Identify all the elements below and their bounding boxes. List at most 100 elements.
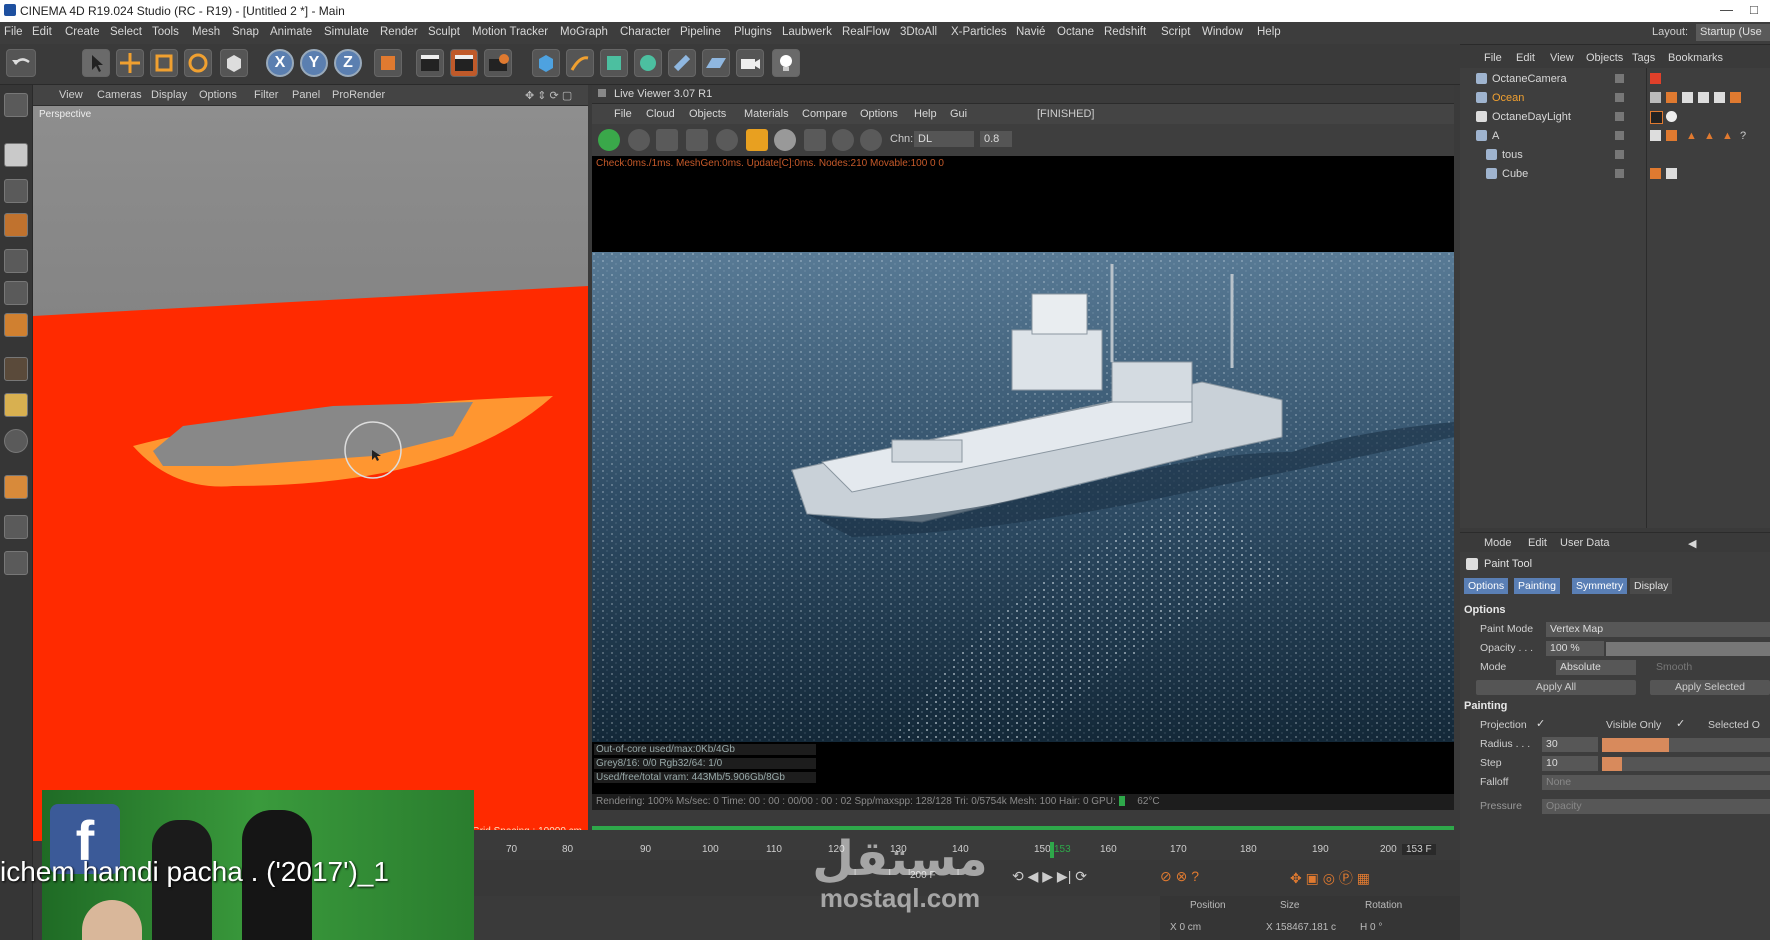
menu-file[interactable]: File [4,26,23,38]
visibility-toggle[interactable] [1615,93,1624,102]
keyframe-controls[interactable]: ⊘ ⊗ ? [1160,868,1199,885]
object-row[interactable]: Cube [1460,165,1770,183]
menu-3dtoall[interactable]: 3DtoAll [900,26,937,38]
cloner-button[interactable] [634,49,662,77]
menu-navie[interactable]: Navié [1016,26,1045,38]
om-menu-tags[interactable]: Tags [1632,52,1655,64]
om-menu-file[interactable]: File [1484,52,1502,64]
visible-only-checkbox[interactable]: ✓ [1676,717,1685,730]
scale-tool-button[interactable] [150,49,178,77]
material-tag-icon[interactable] [1650,92,1661,103]
render-picture-viewer-button[interactable] [450,49,478,77]
lv-menu-cloud[interactable]: Cloud [646,108,675,120]
checker-tag-icon[interactable] [1682,92,1693,103]
x-axis-lock-button[interactable]: X [266,49,294,77]
lv-menu-help[interactable]: Help [914,108,937,120]
warning-tag-icon[interactable]: ▲ [1686,130,1697,142]
paint-tool-button[interactable] [4,551,28,575]
maximize-button[interactable]: □ [1750,2,1758,17]
points-mode-button[interactable] [4,249,28,273]
menu-octane[interactable]: Octane [1057,26,1094,38]
warning-tag-icon[interactable]: ▲ [1704,130,1715,142]
menu-motion-tracker[interactable]: Motion Tracker [472,26,548,38]
menu-select[interactable]: Select [110,26,142,38]
menu-script[interactable]: Script [1161,26,1190,38]
tab-display[interactable]: Display [1630,578,1673,594]
make-editable-button[interactable] [4,93,28,117]
om-menu-bookmarks[interactable]: Bookmarks [1668,52,1723,64]
visibility-toggle[interactable] [1615,74,1624,83]
step-input[interactable]: 10 [1542,756,1598,771]
viewport-menu-panel[interactable]: Panel [292,89,320,101]
octane-camera-tag-icon[interactable] [1650,73,1661,84]
menu-pipeline[interactable]: Pipeline [680,26,721,38]
am-menu-mode[interactable]: Mode [1484,537,1512,549]
material-sphere-icon[interactable] [774,129,796,151]
subdivision-surface-button[interactable] [600,49,628,77]
opacity-slider[interactable] [1606,642,1770,656]
y-axis-lock-button[interactable]: Y [300,49,328,77]
workplane-lock-button[interactable] [4,515,28,539]
workplane-mode-button[interactable] [4,213,28,237]
viewport-menu-options[interactable]: Options [199,89,237,101]
lv-menu-gui[interactable]: Gui [950,108,967,120]
vertex-map-tag-icon[interactable] [1730,92,1741,103]
cube-object-button[interactable] [532,49,560,77]
visibility-toggle[interactable] [1615,131,1624,140]
menu-realflow[interactable]: RealFlow [842,26,890,38]
am-menu-edit[interactable]: Edit [1528,537,1547,549]
menu-x-particles[interactable]: X-Particles [951,26,1007,38]
lock-icon[interactable] [746,129,768,151]
object-row[interactable]: OctaneCamera [1460,70,1770,88]
viewport-menu-view[interactable]: View [59,89,83,101]
menu-plugins[interactable]: Plugins [734,26,772,38]
apply-all-button[interactable]: Apply All [1476,680,1636,695]
light-object-button[interactable] [772,49,800,77]
move-tool-button[interactable] [116,49,144,77]
back-arrow-icon[interactable]: ◀ [1688,537,1696,550]
radius-slider[interactable] [1602,738,1770,752]
daylight-tag-icon[interactable] [1650,111,1663,124]
viewport-menu-prorender[interactable]: ProRender [332,89,385,101]
live-selection-button[interactable] [82,49,110,77]
lv-menu-materials[interactable]: Materials [744,108,789,120]
playhead[interactable] [1050,842,1054,858]
mode-select[interactable]: Absolute [1556,660,1636,675]
visibility-toggle[interactable] [1615,150,1624,159]
z-axis-lock-button[interactable]: Z [334,49,362,77]
paint-mode-select[interactable]: Vertex Map [1546,622,1770,637]
menu-character[interactable]: Character [620,26,671,38]
menu-sculpt[interactable]: Sculpt [428,26,460,38]
axis-mode-button[interactable] [4,357,28,381]
viewport-menu-cameras[interactable]: Cameras [97,89,142,101]
object-row[interactable]: tous [1460,146,1770,164]
menu-simulate[interactable]: Simulate [324,26,369,38]
tab-painting[interactable]: Painting [1514,578,1560,594]
checker-tag-icon[interactable] [1666,168,1677,179]
coordinate-system-button[interactable] [374,49,402,77]
send-scene-icon[interactable] [598,129,620,151]
visibility-toggle[interactable] [1615,112,1624,121]
rotation-h-field[interactable]: H 0 ° [1360,922,1382,933]
radius-input[interactable]: 30 [1542,737,1598,752]
unknown-tag-icon[interactable]: ? [1740,130,1751,142]
object-row[interactable]: A ▲ ▲ ▲ ? [1460,127,1770,145]
pressure-select[interactable]: Opacity [1542,799,1770,814]
am-menu-user-data[interactable]: User Data [1560,537,1610,549]
layout-select[interactable]: Startup (Use [1696,24,1770,41]
region-render-icon[interactable] [686,129,708,151]
render-view-button[interactable] [416,49,444,77]
menu-mograph[interactable]: MoGraph [560,26,608,38]
camera-object-button[interactable] [736,49,764,77]
menu-snap[interactable]: Snap [232,26,259,38]
clay-mode-icon[interactable] [804,129,826,151]
visibility-toggle[interactable] [1615,169,1624,178]
checker-tag-icon[interactable] [1698,92,1709,103]
menu-edit[interactable]: Edit [32,26,52,38]
perspective-viewport[interactable]: Perspective Grid Spacing : 10000 cm [33,106,588,841]
settings-gear-icon[interactable] [716,129,738,151]
step-slider[interactable] [1602,757,1770,771]
om-menu-view[interactable]: View [1550,52,1574,64]
menu-redshift[interactable]: Redshift [1104,26,1146,38]
recent-tools-button[interactable] [220,49,248,77]
